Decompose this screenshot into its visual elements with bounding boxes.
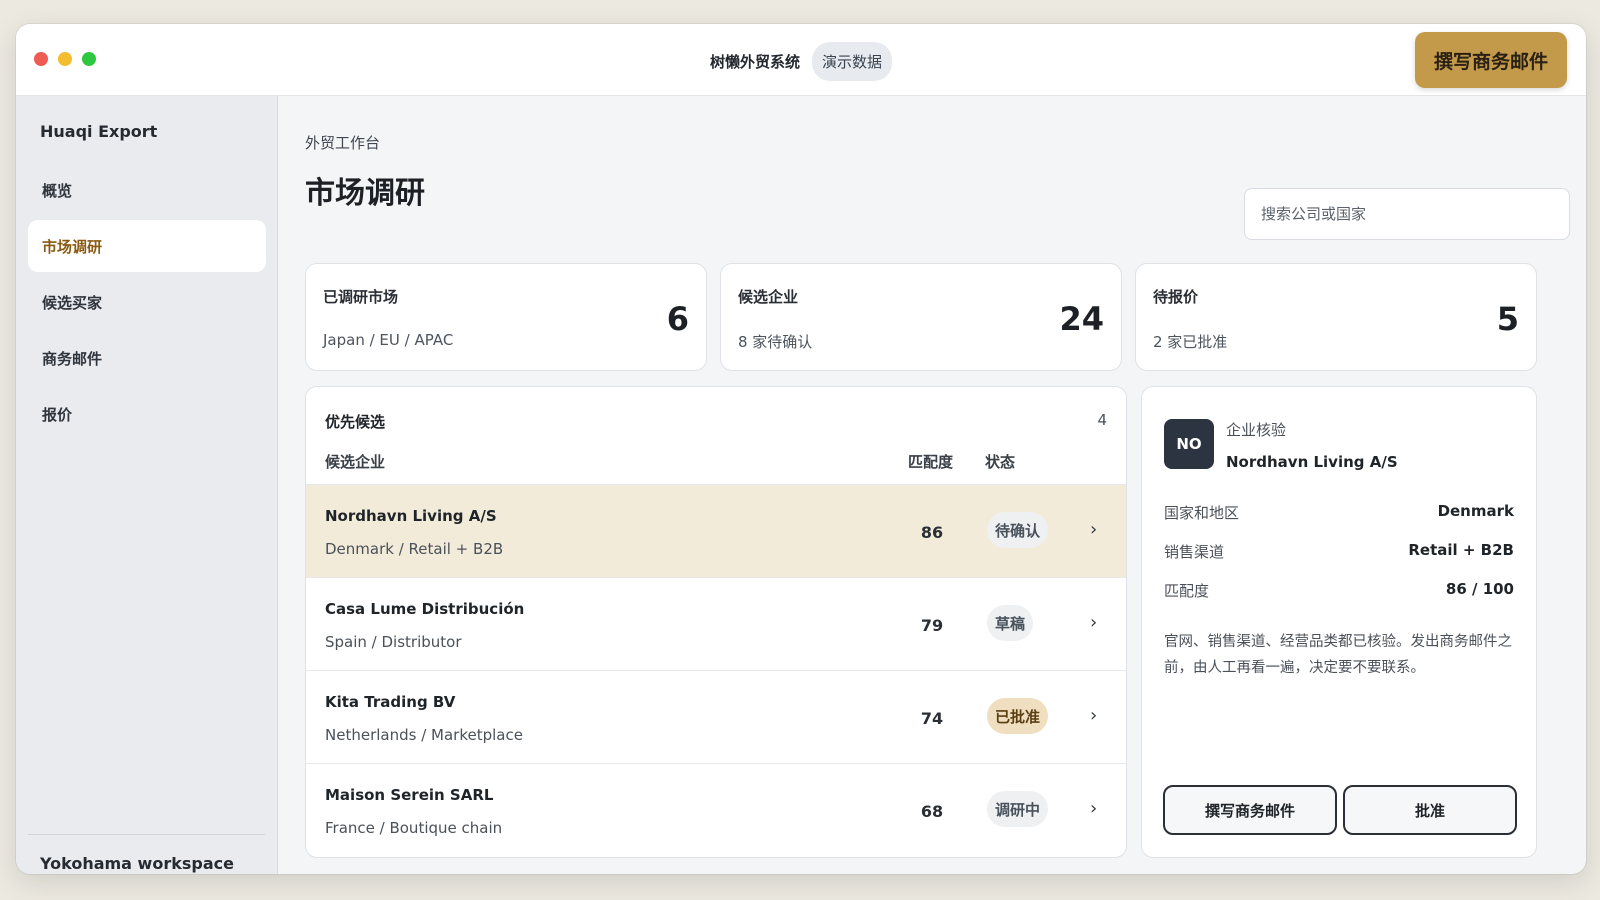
sidebar: Huaqi Export 概览 市场调研 候选买家 商务邮件 报价 Yokoha…: [16, 96, 278, 874]
compose-email-button[interactable]: 撰写商务邮件: [1415, 32, 1567, 88]
status-badge: 调研中: [987, 791, 1049, 827]
candidate-table: 优先候选 4 候选企业 匹配度 状态 Nordhavn Living A/S D…: [305, 386, 1127, 858]
sidebar-item-business-email[interactable]: 商务邮件: [28, 332, 266, 384]
chevron-right-icon[interactable]: ›: [1090, 519, 1097, 540]
row-score: 86: [920, 523, 944, 542]
app-window: 树懒外贸系统 演示数据 撰写商务邮件 Huaqi Export 概览 市场调研 …: [16, 24, 1586, 874]
detail-field-value: Denmark: [1437, 502, 1514, 520]
row-score: 74: [920, 709, 944, 728]
stat-label: 待报价: [1153, 288, 1199, 306]
brand-name: Huaqi Export: [40, 122, 158, 141]
row-company-meta: Denmark / Retail + B2B: [325, 540, 504, 558]
row-company-name: Nordhavn Living A/S: [325, 507, 497, 525]
detail-company-name: Nordhavn Living A/S: [1226, 453, 1398, 471]
title-bar: 树懒外贸系统 演示数据 撰写商务邮件: [16, 24, 1586, 96]
detail-kicker: 企业核验: [1226, 421, 1287, 439]
column-header-score: 匹配度: [908, 453, 954, 471]
row-company-name: Kita Trading BV: [325, 693, 456, 711]
chevron-right-icon[interactable]: ›: [1090, 798, 1097, 819]
status-badge: 草稿: [987, 605, 1034, 641]
stat-subtext: 8 家待确认: [738, 333, 813, 351]
detail-compose-email-button[interactable]: 撰写商务邮件: [1163, 785, 1337, 835]
app-title-group: 树懒外贸系统 演示数据: [16, 42, 1586, 81]
row-company-meta: Spain / Distributor: [325, 633, 462, 651]
column-header-status: 状态: [985, 453, 1016, 471]
stat-value: 6: [666, 300, 689, 338]
page-title: 市场调研: [305, 176, 425, 211]
table-row[interactable]: Casa Lume Distribución Spain / Distribut…: [306, 577, 1126, 670]
detail-field-label: 匹配度: [1164, 582, 1210, 600]
chevron-right-icon[interactable]: ›: [1090, 612, 1097, 633]
detail-field-value: Retail + B2B: [1408, 541, 1514, 559]
table-row[interactable]: Kita Trading BV Netherlands / Marketplac…: [306, 670, 1126, 763]
stat-subtext: 2 家已批准: [1153, 333, 1228, 351]
table-row[interactable]: Nordhavn Living A/S Denmark / Retail + B…: [306, 484, 1126, 577]
sidebar-nav: 概览 市场调研 候选买家 商务邮件 报价: [28, 164, 266, 444]
sidebar-divider: [28, 834, 265, 835]
row-company-name: Casa Lume Distribución: [325, 600, 525, 618]
row-score: 68: [920, 802, 944, 821]
stat-card-pending-quotes: 待报价 2 家已批准 5: [1135, 263, 1537, 371]
stat-card-markets: 已调研市场 Japan / EU / APAC 6: [305, 263, 707, 371]
demo-data-badge: 演示数据: [812, 42, 893, 81]
detail-note: 官网、销售渠道、经营品类都已核验。发出商务邮件之前，由人工再看一遍，决定要不要联…: [1164, 634, 1512, 676]
table-count: 4: [1097, 411, 1107, 429]
sidebar-item-overview[interactable]: 概览: [28, 164, 266, 216]
column-header-company: 候选企业: [325, 453, 386, 471]
stat-card-candidates: 候选企业 8 家待确认 24: [720, 263, 1122, 371]
detail-field-label: 国家和地区: [1164, 504, 1240, 522]
row-company-meta: Netherlands / Marketplace: [325, 726, 523, 744]
table-row[interactable]: Maison Serein SARL France / Boutique cha…: [306, 763, 1126, 856]
table-title: 优先候选: [325, 413, 386, 431]
stat-value: 5: [1496, 300, 1519, 338]
detail-field-label: 销售渠道: [1164, 543, 1225, 561]
stat-label: 候选企业: [738, 288, 799, 306]
approve-button[interactable]: 批准: [1343, 785, 1517, 835]
breadcrumb: 外贸工作台: [305, 134, 381, 152]
stat-label: 已调研市场: [323, 288, 399, 306]
search-input[interactable]: [1244, 188, 1570, 240]
sidebar-item-candidate-buyers[interactable]: 候选买家: [28, 276, 266, 328]
chevron-right-icon[interactable]: ›: [1090, 705, 1097, 726]
status-badge: 待确认: [987, 512, 1049, 548]
row-company-meta: France / Boutique chain: [325, 819, 503, 837]
sidebar-item-market-research[interactable]: 市场调研: [28, 220, 266, 272]
detail-field-value: 86 / 100: [1445, 580, 1514, 598]
status-badge: 已批准: [987, 698, 1049, 734]
avatar: NO: [1164, 419, 1214, 469]
company-detail-panel: NO 企业核验 Nordhavn Living A/S 国家和地区 Denmar…: [1141, 386, 1537, 858]
workspace-switcher[interactable]: Yokohama workspace: [40, 854, 234, 873]
app-name: 树懒外贸系统: [709, 53, 800, 71]
row-score: 79: [920, 616, 944, 635]
stat-subtext: Japan / EU / APAC: [323, 331, 454, 349]
main-content: 外贸工作台 市场调研 已调研市场 Japan / EU / APAC 6 候选企…: [279, 96, 1586, 874]
row-company-name: Maison Serein SARL: [325, 786, 494, 804]
stat-value: 24: [1059, 300, 1104, 338]
sidebar-item-quotes[interactable]: 报价: [28, 388, 266, 440]
